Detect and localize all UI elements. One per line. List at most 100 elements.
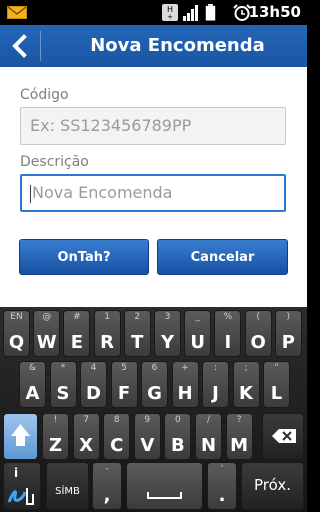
app-header: Nova Encomenda [0, 25, 307, 67]
key-label: X [79, 435, 94, 456]
key-f[interactable]: 5F [110, 361, 138, 408]
key-alt-label: " [274, 363, 279, 373]
key-e[interactable]: # E [63, 310, 91, 357]
key-o[interactable]: (O [244, 310, 272, 357]
key-label: V [140, 435, 155, 456]
key-label: O [250, 332, 266, 353]
key-label: G [147, 383, 162, 404]
signal-icon [183, 5, 198, 21]
key-u[interactable]: _ U [184, 310, 212, 357]
key-alt-label: EN [10, 312, 23, 322]
key-r[interactable]: 1R [93, 310, 121, 357]
key-label: Z [48, 435, 63, 456]
symbols-label: SÍMB [55, 486, 80, 497]
page-title: Nova Encomenda [90, 35, 265, 56]
key-y[interactable]: 3Y [154, 310, 181, 357]
key-label: I [224, 332, 232, 353]
key-s[interactable]: * S [49, 361, 77, 408]
key-alt-label: 1 [104, 312, 110, 322]
key-x[interactable]: 7X [72, 413, 100, 460]
chevron-left-icon [12, 34, 27, 58]
description-placeholder: Nova Encomenda [32, 183, 173, 202]
next-key[interactable]: Próx. [241, 462, 304, 510]
key-label: P [281, 332, 295, 353]
hplus-icon: H + [162, 4, 178, 21]
key-label: C [110, 435, 124, 456]
shift-arrow-icon [11, 424, 30, 446]
key-label: A [25, 383, 40, 404]
key-alt-label: @ [42, 312, 52, 322]
key-label: L [270, 383, 283, 404]
soft-keyboard: EN Q @ W # E 1 R 2 T 3 Y _ U% I(O) P & A * S 4 D 5 F 6 G + H: J; K " L… [0, 307, 307, 512]
key-alt-label: 3 [164, 312, 171, 322]
key-label: D [86, 383, 101, 404]
code-label: Código [20, 87, 69, 103]
key-label: M [230, 435, 249, 456]
backspace-key[interactable] [262, 413, 304, 460]
key-t[interactable]: 2T [123, 310, 151, 357]
battery-icon [205, 4, 216, 21]
comma-alt-label: - [105, 464, 109, 474]
key-alt-label: ) [286, 312, 291, 322]
key-label: R [100, 332, 115, 353]
key-label: H [177, 383, 193, 404]
svg-text:+: + [167, 13, 173, 21]
key-z[interactable]: ! Z [42, 413, 69, 460]
key-k[interactable]: ; K [232, 361, 260, 408]
key-a[interactable]: & A [19, 361, 46, 408]
key-w[interactable]: @ W [33, 310, 61, 357]
key-label: S [56, 383, 70, 404]
key-alt-label: 6 [151, 363, 158, 373]
description-input[interactable]: Nova Encomenda [20, 174, 286, 212]
key-v[interactable]: 9V [133, 413, 161, 460]
key-label: K [239, 383, 253, 404]
status-time: 13h50 [248, 3, 301, 21]
key-alt-label: : [213, 363, 218, 373]
back-button[interactable] [0, 25, 40, 67]
key-n[interactable]: / N [195, 413, 222, 460]
key-j[interactable]: :J [202, 361, 229, 408]
key-l[interactable]: " L [263, 361, 290, 408]
code-placeholder: Ex: SS123456789PP [30, 116, 192, 135]
shift-key[interactable] [3, 413, 38, 460]
input-options-key[interactable]: i [3, 462, 41, 510]
key-d[interactable]: 4D [80, 361, 107, 408]
code-input[interactable]: Ex: SS123456789PP [20, 107, 286, 145]
next-label: Próx. [254, 476, 291, 494]
period-key[interactable]: ' . [207, 462, 237, 510]
key-alt-label: ; [244, 363, 248, 373]
key-alt-label: 2 [134, 312, 141, 322]
backspace-icon [272, 429, 296, 443]
key-alt-label: 7 [83, 415, 89, 425]
key-label: J [212, 383, 219, 404]
symbols-key[interactable]: SÍMB [46, 462, 89, 510]
key-alt-label: ( [256, 312, 260, 322]
key-m[interactable]: ? M [225, 413, 253, 460]
key-alt-label: 8 [113, 415, 120, 425]
space-key[interactable] [126, 462, 203, 510]
key-alt-label: % [223, 312, 233, 322]
key-alt-label: 4 [90, 363, 97, 373]
key-alt-label: * [60, 363, 66, 373]
key-alt-label: _ [195, 312, 200, 322]
key-i[interactable]: % I [214, 310, 242, 357]
ontah-button[interactable]: OnTah? [19, 239, 149, 275]
comma-key[interactable]: - , [92, 462, 122, 510]
form-area: Código Ex: SS123456789PP Descrição Nova … [0, 67, 307, 307]
key-g[interactable]: 6G [141, 361, 168, 408]
key-label: Q [8, 332, 25, 353]
handwriting-icon [7, 488, 34, 505]
key-label: E [70, 332, 84, 353]
key-c[interactable]: 8C [103, 413, 131, 460]
key-b[interactable]: 0B [164, 413, 192, 460]
status-bar: H + 13h50 [0, 0, 307, 25]
key-alt-label: 5 [121, 363, 127, 373]
key-label: B [171, 435, 185, 456]
key-alt-label: + [181, 363, 189, 373]
comma-label: , [103, 485, 111, 506]
key-h[interactable]: + H [171, 361, 199, 408]
cancel-button[interactable]: Cancelar [157, 239, 288, 275]
key-p[interactable]: ) P [274, 310, 302, 357]
description-label: Descrição [20, 154, 89, 170]
key-q[interactable]: EN Q [3, 310, 30, 357]
